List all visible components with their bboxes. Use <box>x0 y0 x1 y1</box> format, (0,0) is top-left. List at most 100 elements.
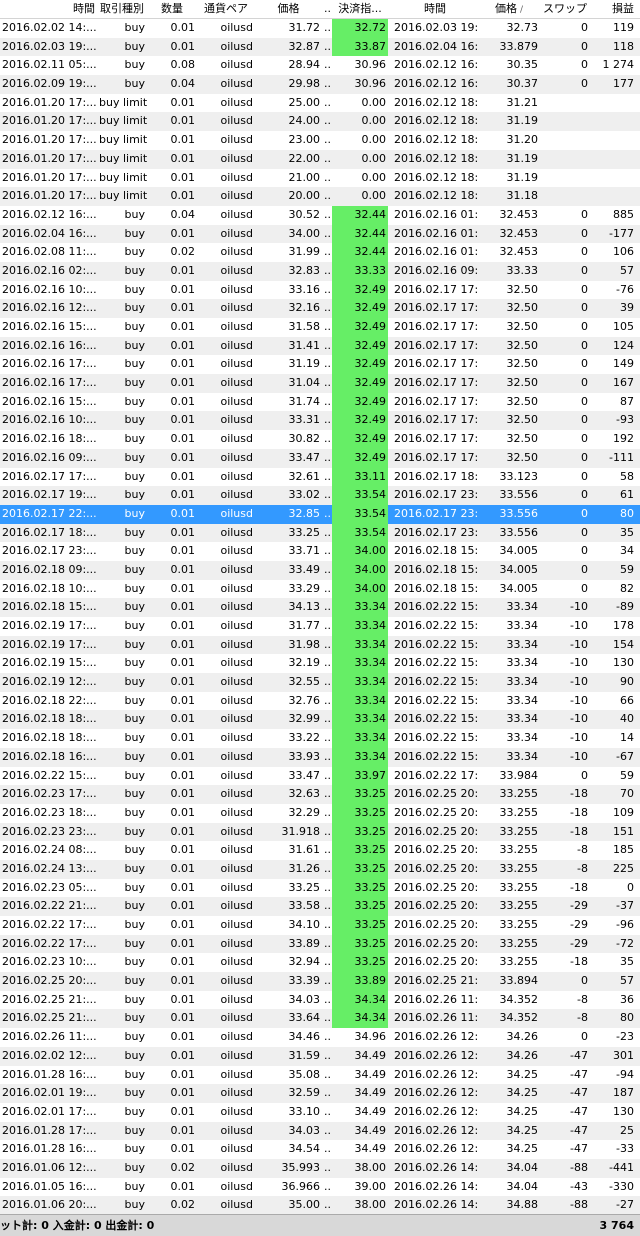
cell-profit: 149 <box>613 357 634 371</box>
table-row[interactable]: 2016.02.22 15:...buy0.01oilusd33.47...33… <box>0 766 640 786</box>
table-row[interactable]: 2016.02.18 15:...buy0.01oilusd34.13...33… <box>0 598 640 617</box>
table-row[interactable]: 2016.01.20 17:... buy limit 0.01 oilusd 20.0… <box>0 187 640 206</box>
table-row[interactable]: 2016.02.19 12:...buy0.01oilusd32.55...33… <box>0 673 640 692</box>
col-symbol[interactable]: 通貨ペア <box>197 0 255 18</box>
col-size[interactable]: 数量 <box>147 0 197 18</box>
table-row[interactable]: 2016.02.11 05:... buy 0.08 oilusd 28.94... 30… <box>0 56 640 75</box>
table-row[interactable]: 2016.02.23 18:...buy0.01oilusd32.29...33… <box>0 803 640 823</box>
table-row[interactable]: 2016.02.16 10:...buy0.01oilusd33.16...32… <box>0 280 640 300</box>
table-row[interactable]: 2016.02.19 15:...buy0.01oilusd32.19...33… <box>0 654 640 674</box>
cell-close-time: 2016.02.25 20:... <box>394 824 478 838</box>
col-price[interactable]: 価格 <box>255 0 322 18</box>
table-row[interactable]: 2016.02.16 17:...buy0.01oilusd31.04...32… <box>0 374 640 393</box>
col-profit[interactable]: 損益 <box>590 0 640 18</box>
table-row[interactable]: 2016.02.23 10:...buy0.01oilusd32.94...33… <box>0 953 640 973</box>
table-row[interactable]: 2016.02.19 17:...buy0.01oilusd31.77...33… <box>0 617 640 636</box>
table-row[interactable]: 2016.02.17 19:...buy0.01oilusd33.02...33… <box>0 486 640 505</box>
cell-price: 33.39 <box>288 974 321 988</box>
table-row[interactable]: 2016.02.22 21:...buy0.01oilusd33.58...33… <box>0 897 640 916</box>
table-row[interactable]: 2016.02.16 15:...buy0.01oilusd31.58...32… <box>0 318 640 337</box>
table-row[interactable]: 2016.02.16 02:...buy0.01oilusd32.83...33… <box>0 261 640 281</box>
table-row[interactable]: 2016.02.08 11:...buy0.02oilusd31.99...32… <box>0 243 640 262</box>
table-row[interactable]: 2016.02.01 19:... buy 0.01 oilusd 32.59... 34… <box>0 1084 640 1103</box>
col-type[interactable]: 取引種別 <box>97 0 147 18</box>
cell-swap: 0 <box>581 562 588 576</box>
table-row[interactable]: 2016.02.01 17:... buy 0.01 oilusd 33.10... 34… <box>0 1103 640 1122</box>
table-row[interactable]: 2016.01.28 16:... buy 0.01 oilusd 35.08... 34… <box>0 1066 640 1085</box>
cell-symbol: oilusd <box>220 301 253 315</box>
table-row[interactable]: 2016.02.16 10:...buy0.01oilusd33.31...32… <box>0 411 640 431</box>
table-row[interactable]: 2016.02.25 21:...buy0.01oilusd34.03...34… <box>0 990 640 1010</box>
table-row[interactable]: 2016.02.23 05:...buy0.01oilusd33.25...33… <box>0 878 640 898</box>
col-close-price[interactable]: 価格 / <box>478 0 540 18</box>
table-row[interactable]: 2016.02.17 17:...buy0.01oilusd32.61...33… <box>0 467 640 487</box>
table-row[interactable]: 2016.01.20 17:... buy limit 0.01 oilusd 25.0… <box>0 94 640 113</box>
table-row[interactable]: 2016.02.12 16:...buy0.04oilusd30.52...32… <box>0 205 640 225</box>
table-row[interactable]: 2016.02.24 13:...buy0.01oilusd31.26...33… <box>0 859 640 879</box>
table-row[interactable]: 2016.02.26 11:... buy 0.01 oilusd 34.46... 34… <box>0 1028 640 1047</box>
col-swap[interactable]: スワップ <box>540 0 590 18</box>
cell-ellipsis: ... <box>324 712 332 726</box>
cell-type: buy <box>124 450 145 464</box>
cell-swap: 0 <box>581 525 588 539</box>
cell-type: buy <box>124 918 145 931</box>
table-row[interactable]: 2016.02.19 17:...buy0.01oilusd31.98...33… <box>0 635 640 655</box>
table-row[interactable]: 2016.02.18 18:...buy0.01oilusd32.99...33… <box>0 710 640 730</box>
table-row[interactable]: 2016.02.22 17:...buy0.01oilusd33.89...33… <box>0 934 640 954</box>
table-row[interactable]: 2016.02.24 08:...buy0.01oilusd31.61...33… <box>0 841 640 860</box>
table-row[interactable]: 2016.02.16 12:...buy0.01oilusd32.16...32… <box>0 299 640 318</box>
table-row[interactable]: 2016.01.06 12:... buy 0.02 oilusd 35.993... 3… <box>0 1158 640 1178</box>
table-row[interactable]: 2016.02.16 16:...buy0.01oilusd31.41...32… <box>0 336 640 356</box>
cell-ellipsis: ... <box>324 805 332 819</box>
cell-profit: 225 <box>613 861 634 875</box>
cell-profit: 167 <box>613 376 634 390</box>
cell-type: buy <box>124 357 145 371</box>
table-row[interactable]: 2016.02.16 09:...buy0.01oilusd33.47...32… <box>0 448 640 468</box>
cell-type: buy <box>124 712 145 726</box>
table-row[interactable]: 2016.02.23 23:...buy0.01oilusd31.918...3… <box>0 822 640 842</box>
table-row[interactable]: 2016.02.09 19:... buy 0.04 oilusd 29.98... 30… <box>0 75 640 94</box>
table-row[interactable]: 2016.01.20 17:... buy limit 0.01 oilusd 24.0… <box>0 112 640 132</box>
table-row[interactable]: 2016.01.06 20:... buy 0.02 oilusd 35.00... 38… <box>0 1196 640 1215</box>
cell-open-time: 2016.02.18 18:... <box>2 731 97 745</box>
cell-close-time: 2016.02.18 15:... <box>394 544 478 558</box>
table-row[interactable]: 2016.02.04 16:...buy0.01oilusd34.00...32… <box>0 224 640 244</box>
table-row[interactable]: 2016.02.16 18:...buy0.01oilusd30.82...32… <box>0 430 640 449</box>
col-close-time[interactable]: 時間 <box>388 0 478 18</box>
cell-swap: 0 <box>581 21 588 34</box>
cell-price: 32.87 <box>288 39 321 53</box>
table-row[interactable]: 2016.02.16 17:...buy0.01oilusd31.19...32… <box>0 355 640 375</box>
cell-open-time: 2016.02.16 10:... <box>2 282 97 296</box>
table-row[interactable]: 2016.01.28 16:... buy 0.01 oilusd 34.54... 34… <box>0 1140 640 1159</box>
table-row[interactable]: 2016.02.18 22:...buy0.01oilusd32.76...33… <box>0 691 640 711</box>
table-row[interactable]: 2016.01.28 17:... buy 0.01 oilusd 34.03... 34… <box>0 1121 640 1141</box>
col-open-time[interactable]: 時間 <box>0 0 97 18</box>
table-row[interactable]: 2016.02.18 10:...buy0.01oilusd33.29...34… <box>0 579 640 599</box>
table-row[interactable]: 2016.02.25 20:...buy0.01oilusd33.39...33… <box>0 972 640 991</box>
table-row[interactable]: 2016.02.18 16:...buy0.01oilusd33.93...33… <box>0 747 640 767</box>
table-row[interactable]: 2016.02.03 19:...buy0.01oilusd32.87...33… <box>0 37 640 57</box>
table-row[interactable]: 2016.02.17 18:...buy0.01oilusd33.25...33… <box>0 523 640 543</box>
sort-icon: / <box>519 5 524 15</box>
table-row[interactable]: 2016.01.20 17:... buy limit 0.01 oilusd 21.0… <box>0 169 640 188</box>
table-row[interactable]: 2016.02.02 14:...buy0.01oilusd31.72...32… <box>0 19 640 38</box>
table-row[interactable]: 2016.01.05 16:... buy 0.01 oilusd 36.966... 3… <box>0 1178 640 1197</box>
table-row[interactable]: 2016.02.22 17:...buy0.01oilusd34.10...33… <box>0 916 640 935</box>
table-row[interactable]: 2016.01.20 17:... buy limit 0.01 oilusd 23.0… <box>0 131 640 150</box>
table-row[interactable]: 2016.02.16 15:...buy0.01oilusd31.74...32… <box>0 392 640 412</box>
cell-close-price: 32.453 <box>499 226 539 240</box>
table-row[interactable]: 2016.02.17 22:...buy0.01oilusd32.85...33… <box>0 504 640 524</box>
table-row[interactable]: 2016.02.23 17:...buy0.01oilusd32.63...33… <box>0 785 640 804</box>
col-tp[interactable]: 決済指... <box>332 0 388 18</box>
table-row[interactable]: 2016.02.02 12:... buy 0.01 oilusd 31.59... 34… <box>0 1046 640 1066</box>
cell-type: buy <box>124 301 145 315</box>
cell-ellipsis: ... <box>324 394 332 408</box>
table-row[interactable]: 2016.02.18 09:...buy0.01oilusd33.49...34… <box>0 560 640 580</box>
table-row[interactable]: 2016.02.25 21:...buy0.01oilusd33.64...34… <box>0 1009 640 1029</box>
cell-close-price: 32.453 <box>499 245 539 259</box>
col-ellipsis[interactable]: ... <box>322 0 332 18</box>
cell-symbol: oilusd <box>220 768 253 782</box>
table-row[interactable]: 2016.02.17 23:...buy0.01oilusd33.71...34… <box>0 542 640 561</box>
table-row[interactable]: 2016.01.20 17:... buy limit 0.01 oilusd 22.0… <box>0 149 640 169</box>
table-row[interactable]: 2016.02.18 18:...buy0.01oilusd33.22...33… <box>0 729 640 748</box>
